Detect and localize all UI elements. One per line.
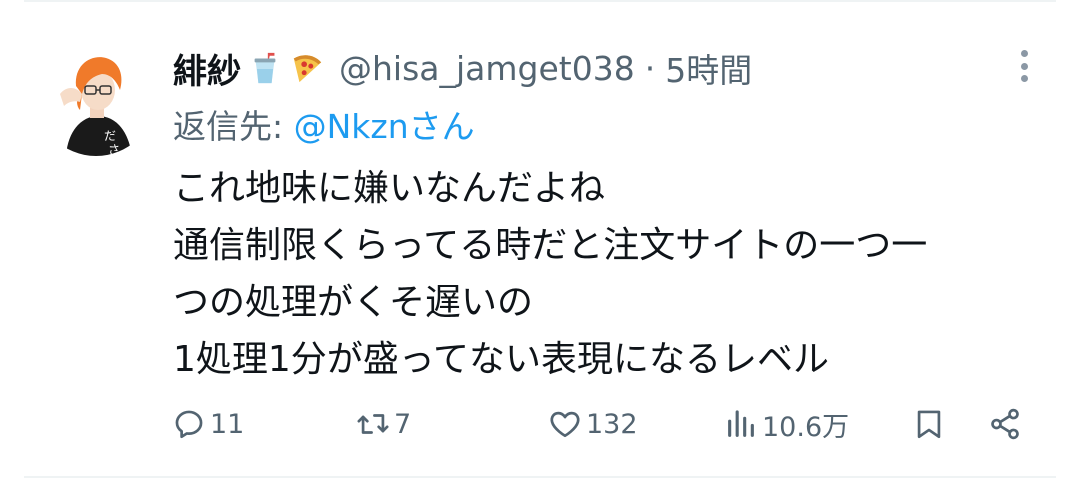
reply-mention-link[interactable]: @Nkznさん	[294, 107, 475, 146]
action-bar: 11 7 132 10.6万	[0, 398, 1080, 450]
retweet-icon	[357, 414, 389, 434]
separator-dot: ·	[644, 48, 656, 88]
retweet-count: 7	[394, 408, 412, 440]
reply-prefix: 返信先:	[173, 107, 294, 146]
timestamp[interactable]: 5時間	[665, 44, 752, 92]
reply-to-line: 返信先: @Nkznさん	[173, 100, 475, 148]
share-button[interactable]	[988, 398, 1022, 450]
top-divider	[24, 0, 1056, 2]
views-button[interactable]: 10.6万	[724, 398, 849, 450]
body-line: つの処理がくそ遅いの	[173, 282, 534, 323]
user-handle[interactable]: @hisa_jamget038	[339, 49, 635, 88]
bottom-divider	[24, 476, 1056, 478]
bookmark-icon	[917, 410, 941, 439]
avatar-illustration: だ さ	[36, 36, 156, 156]
tweet-header: 緋紗 @hisa_jamget038 · 5時間	[173, 44, 752, 92]
display-name[interactable]: 緋紗	[173, 44, 241, 93]
body-line: 1処理1分が盛ってない表現になるレベル	[173, 339, 830, 380]
reply-count: 11	[210, 408, 245, 440]
retweet-button[interactable]: 7	[356, 398, 411, 450]
body-line: 通信制限くらってる時だと注文サイトの一つ一	[173, 225, 928, 266]
like-count: 132	[586, 408, 638, 440]
pizza-icon	[289, 50, 325, 86]
body-line: これ地味に嫌いなんだよね	[173, 168, 606, 209]
avatar[interactable]: だ さ	[36, 36, 156, 156]
like-button[interactable]: 132	[548, 398, 638, 450]
tweet-body: これ地味に嫌いなんだよね 通信制限くらってる時だと注文サイトの一つ一 つの処理が…	[173, 160, 927, 388]
reply-button[interactable]: 11	[172, 398, 244, 450]
views-icon	[728, 410, 754, 437]
heart-icon	[550, 411, 580, 438]
reply-icon	[175, 410, 203, 439]
more-options-icon[interactable]	[1018, 48, 1030, 84]
cup-with-straw-icon	[247, 50, 283, 86]
views-count: 10.6万	[762, 411, 850, 443]
share-icon	[991, 408, 1019, 440]
svg-text:だ: だ	[104, 129, 116, 143]
svg-text:さ: さ	[108, 143, 120, 156]
bookmark-button[interactable]	[912, 398, 946, 450]
